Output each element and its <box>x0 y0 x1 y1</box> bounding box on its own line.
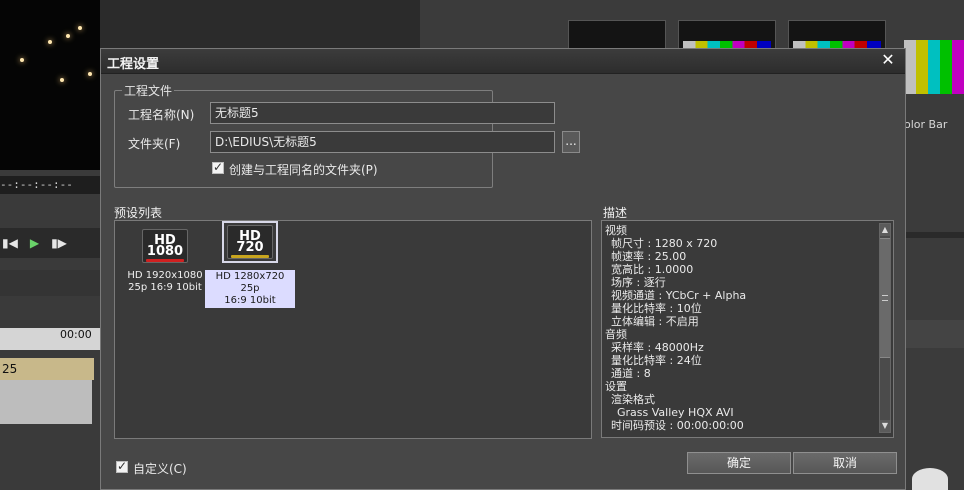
create-folder-checkbox[interactable] <box>212 160 224 174</box>
description-line: 场序 : 逐行 <box>611 276 666 289</box>
description-line: 帧尺寸 : 1280 x 720 <box>611 237 718 250</box>
asset-label: olor Bar <box>904 118 948 131</box>
asset-bin <box>420 0 964 52</box>
player-preview <box>0 0 100 170</box>
selection-frame: HD 720 <box>222 221 278 263</box>
description-line: 渲染格式 <box>611 393 655 406</box>
description-line: 采样率 : 48000Hz <box>611 341 704 354</box>
step-forward-icon[interactable]: ▮▶ <box>51 236 67 250</box>
folder-label: 文件夹(F) <box>128 137 181 151</box>
project-name-label: 工程名称(N) <box>128 108 195 122</box>
dialog-title: 工程设置 <box>107 57 160 72</box>
browse-button[interactable]: ... <box>562 131 580 153</box>
preset-hd1080[interactable]: HD 1080 HD 1920x1080 25p 16:9 10bit <box>120 229 210 294</box>
project-name-input[interactable]: 无标题5 <box>210 102 555 124</box>
asset-thumb[interactable] <box>904 40 964 94</box>
description-line: 立体编辑 : 不启用 <box>611 315 699 328</box>
customize-label: 自定义(C) <box>133 462 187 476</box>
description-line: 视频 <box>605 224 627 237</box>
scroll-up-icon[interactable]: ▲ <box>880 224 890 236</box>
preset-list: HD 1080 HD 1920x1080 25p 16:9 10bit HD 7… <box>114 220 592 439</box>
hd-icon: HD 720 <box>227 225 273 259</box>
preset-text: HD 1920x1080 25p 16:9 10bit <box>120 270 210 294</box>
player-timecode: --:--:--:-- <box>0 176 100 194</box>
project-settings-dialog: 工程设置 ✕ 工程文件 工程名称(N) 无标题5 文件夹(F) D:\EDIUS… <box>100 48 906 490</box>
divider <box>904 232 964 238</box>
scroll-thumb[interactable] <box>880 238 890 358</box>
preset-line1: HD 1280x720 25p <box>215 271 285 294</box>
scroll-down-icon[interactable]: ▼ <box>880 420 890 432</box>
divider <box>904 320 964 348</box>
close-icon[interactable]: ✕ <box>879 51 897 69</box>
description-line: 量化比特率 : 10位 <box>611 302 702 315</box>
asset-bin-right <box>904 48 964 490</box>
timeline-ruler: 00:00 <box>0 328 100 350</box>
create-folder-label: 创建与工程同名的文件夹(P) <box>229 163 378 177</box>
description-label: 描述 <box>603 206 628 220</box>
hd-icon: HD 1080 <box>142 229 188 263</box>
customize-checkbox[interactable] <box>116 459 128 473</box>
player-transport: ▮◀ ▶ ▮▶ <box>0 228 102 258</box>
description-line: 视频通道 : YCbCr + Alpha <box>611 289 747 302</box>
dialog-titlebar[interactable]: 工程设置 ✕ <box>101 49 905 74</box>
timeline-toolbar <box>0 270 100 296</box>
description-line: 设置 <box>605 380 627 393</box>
description-line: 宽高比 : 1.0000 <box>611 263 694 276</box>
folder-input[interactable]: D:\EDIUS\无标题5 <box>210 131 555 153</box>
description-line: 时间码预设 : 00:00:00:00 <box>611 419 744 432</box>
description-line: 帧速率 : 25.00 <box>611 250 687 263</box>
rewind-icon[interactable]: ▮◀ <box>2 236 18 250</box>
cancel-button[interactable]: 取消 <box>793 452 897 474</box>
description-line: 音频 <box>605 328 627 341</box>
preset-line1: HD 1920x1080 <box>127 270 203 281</box>
preset-text: HD 1280x720 25p 16:9 10bit <box>205 270 295 308</box>
timeline-track <box>0 380 92 424</box>
watermark-logo <box>912 468 948 490</box>
preset-hd720[interactable]: HD 720 HD 1280x720 25p 16:9 10bit <box>205 221 295 308</box>
ok-button[interactable]: 确定 <box>687 452 791 474</box>
description-scrollbar[interactable]: ▲ ▼ <box>879 223 891 433</box>
preset-list-label: 预设列表 <box>114 206 163 220</box>
play-icon[interactable]: ▶ <box>30 236 39 250</box>
description-line: 量化比特率 : 24位 <box>611 354 702 367</box>
preset-line2: 25p 16:9 10bit <box>128 282 202 293</box>
description-line: Grass Valley HQX AVI <box>617 406 734 419</box>
preset-icon-bottom: 1080 <box>146 243 184 259</box>
group-legend: 工程文件 <box>122 82 175 99</box>
preset-line2: 16:9 10bit <box>224 295 276 306</box>
description-line: 通道 : 8 <box>611 367 651 380</box>
timeline-clip[interactable]: 25 <box>0 358 94 380</box>
preset-icon-bottom: 720 <box>236 239 264 255</box>
ruler-label: 00:00 <box>60 328 92 341</box>
description-panel: 视频 帧尺寸 : 1280 x 720 帧速率 : 25.00 宽高比 : 1.000… <box>601 220 894 438</box>
